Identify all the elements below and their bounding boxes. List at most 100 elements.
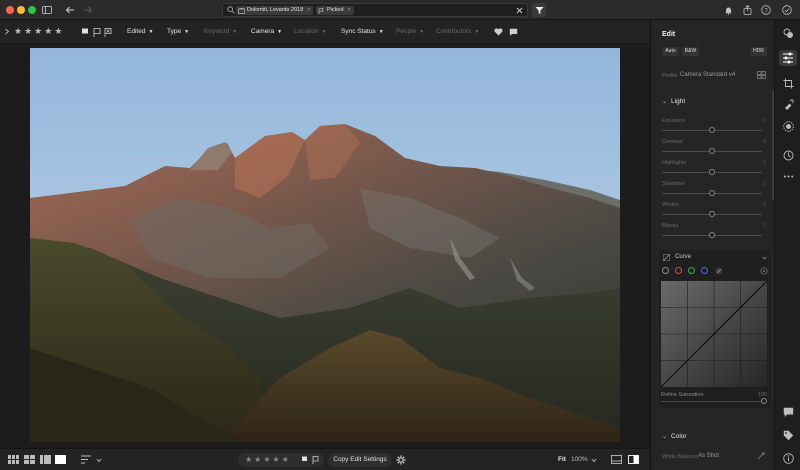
star-icon[interactable]: ★ (54, 26, 62, 36)
black-white-button[interactable]: B&W (682, 47, 699, 56)
detail-view-icon[interactable] (40, 455, 51, 464)
target-adjustment-icon[interactable] (760, 267, 768, 275)
reject-flag-icon[interactable] (312, 456, 319, 464)
star-icon[interactable]: ★ (273, 455, 280, 465)
square-grid-view-icon[interactable] (8, 455, 19, 464)
star-icon[interactable]: ★ (44, 26, 52, 36)
color-section-header[interactable]: ⌄ Color (662, 433, 687, 440)
reject-flag-icon[interactable] (104, 28, 112, 37)
minimize-window-button[interactable] (17, 6, 25, 14)
info-icon[interactable] (783, 453, 794, 464)
sort-icon[interactable] (81, 455, 92, 464)
search-chip-picked[interactable]: Picked × (316, 6, 354, 15)
back-arrow-icon[interactable] (63, 3, 77, 17)
chevron-down-icon[interactable] (591, 458, 597, 463)
slider-thumb[interactable] (709, 190, 715, 196)
refine-saturation-slider[interactable] (661, 401, 765, 402)
search-field[interactable]: Dolomiti, Levanto 2018 × Picked × (222, 3, 528, 17)
white-balance-value[interactable]: As Shot (698, 453, 719, 459)
forward-arrow-icon[interactable] (81, 3, 95, 17)
star-icon[interactable]: ★ (282, 455, 289, 465)
eyedropper-icon[interactable] (757, 451, 766, 460)
help-icon[interactable]: ? (759, 3, 773, 17)
comment-icon[interactable] (509, 28, 518, 37)
refine-saturation-thumb[interactable] (761, 398, 767, 404)
edit-panel-title: Edit (662, 31, 676, 38)
star-icon[interactable]: ★ (24, 26, 32, 36)
fit-zoom-button[interactable]: Fit (558, 454, 566, 466)
crop-rotate-icon[interactable] (783, 78, 794, 89)
location-filter-dropdown[interactable]: Location ▼ (294, 26, 327, 38)
single-image-view-icon[interactable] (55, 455, 66, 464)
more-options-icon[interactable] (783, 171, 794, 182)
filmstrip-icon[interactable] (611, 455, 622, 464)
star-icon[interactable]: ★ (245, 455, 252, 465)
close-window-button[interactable] (6, 6, 14, 14)
slider-thumb[interactable] (709, 232, 715, 238)
filter-bar: ★ ★ ★ ★ ★ Edited ▼ Type ▼ Keyword ▼ Camera ▼ Loc… (0, 20, 650, 44)
remove-chip-icon[interactable]: × (347, 6, 350, 15)
blue-channel-button[interactable] (701, 267, 708, 274)
unflagged-icon[interactable] (93, 28, 101, 37)
chevron-down-icon[interactable] (762, 256, 767, 260)
star-icon[interactable]: ★ (254, 455, 261, 465)
slider-label: Exposure (662, 118, 686, 124)
share-icon[interactable] (740, 3, 754, 17)
edit-sliders-icon[interactable] (779, 50, 797, 66)
type-filter-dropdown[interactable]: Type ▼ (167, 26, 189, 38)
close-icon[interactable] (516, 7, 523, 14)
tone-curve-graph[interactable] (661, 281, 767, 387)
pen-icon[interactable] (715, 267, 723, 275)
search-chip-album[interactable]: Dolomiti, Levanto 2018 × (236, 6, 314, 15)
sidebar-toggle-icon[interactable] (40, 3, 54, 17)
profile-browser-icon[interactable] (757, 71, 766, 79)
camera-filter-dropdown[interactable]: Camera ▼ (251, 26, 282, 38)
edited-filter-dropdown[interactable]: Edited ▼ (127, 26, 153, 38)
green-channel-button[interactable] (688, 267, 695, 274)
slider-thumb[interactable] (709, 148, 715, 154)
light-section-header[interactable]: ⌄ Light (662, 98, 685, 105)
keyword-tag-icon[interactable] (783, 430, 794, 441)
profile-value[interactable]: Camera Standard v4 (680, 72, 735, 78)
keyword-filter-dropdown[interactable]: Keyword ▼ (204, 26, 237, 38)
slider-thumb[interactable] (709, 127, 715, 133)
red-channel-button[interactable] (675, 267, 682, 274)
chevron-right-icon[interactable] (4, 28, 10, 35)
star-rating-filter[interactable]: ★ ★ ★ ★ ★ (14, 26, 62, 36)
profile-label: Profile (662, 73, 678, 79)
slider-thumb[interactable] (709, 211, 715, 217)
people-filter-dropdown[interactable]: People ▼ (396, 26, 424, 38)
auto-button[interactable]: Auto (662, 47, 679, 56)
star-icon[interactable]: ★ (14, 26, 22, 36)
zoom-window-button[interactable] (28, 6, 36, 14)
gear-icon[interactable] (396, 455, 406, 465)
heart-icon[interactable] (494, 28, 503, 36)
pick-flag-icon[interactable] (81, 28, 89, 37)
remove-chip-icon[interactable]: × (307, 6, 310, 15)
photo-grid-view-icon[interactable] (24, 455, 35, 464)
cloud-sync-icon[interactable] (780, 3, 794, 17)
slider-thumb[interactable] (709, 169, 715, 175)
parametric-channel-button[interactable] (662, 267, 669, 274)
healing-brush-icon[interactable] (783, 99, 794, 110)
star-icon[interactable]: ★ (34, 26, 42, 36)
notification-bell-icon[interactable] (721, 3, 735, 17)
copy-edit-settings-button[interactable]: Copy Edit Settings (328, 453, 392, 467)
pick-flag-icon[interactable] (301, 456, 308, 464)
before-after-icon[interactable] (628, 455, 639, 464)
contributors-filter-dropdown[interactable]: Contributors ▼ (436, 26, 479, 38)
photo-canvas[interactable] (0, 44, 650, 448)
hdr-button[interactable]: HDR (750, 47, 767, 56)
keyword-filter-label: Keyword (204, 28, 230, 35)
sync-status-filter-dropdown[interactable]: Sync Status ▼ (341, 26, 384, 38)
slider-label: Blacks (662, 223, 679, 229)
comments-panel-icon[interactable] (783, 407, 794, 418)
filter-icon[interactable] (532, 3, 546, 17)
star-icon[interactable]: ★ (263, 455, 270, 465)
presets-icon[interactable] (783, 28, 794, 39)
history-clock-icon[interactable] (783, 150, 794, 161)
chevron-down-icon[interactable] (96, 458, 102, 463)
zoom-level-dropdown[interactable]: 100% (571, 454, 588, 466)
masking-icon[interactable] (783, 121, 794, 132)
star-rating[interactable]: ★ ★ ★ ★ ★ (245, 455, 289, 465)
